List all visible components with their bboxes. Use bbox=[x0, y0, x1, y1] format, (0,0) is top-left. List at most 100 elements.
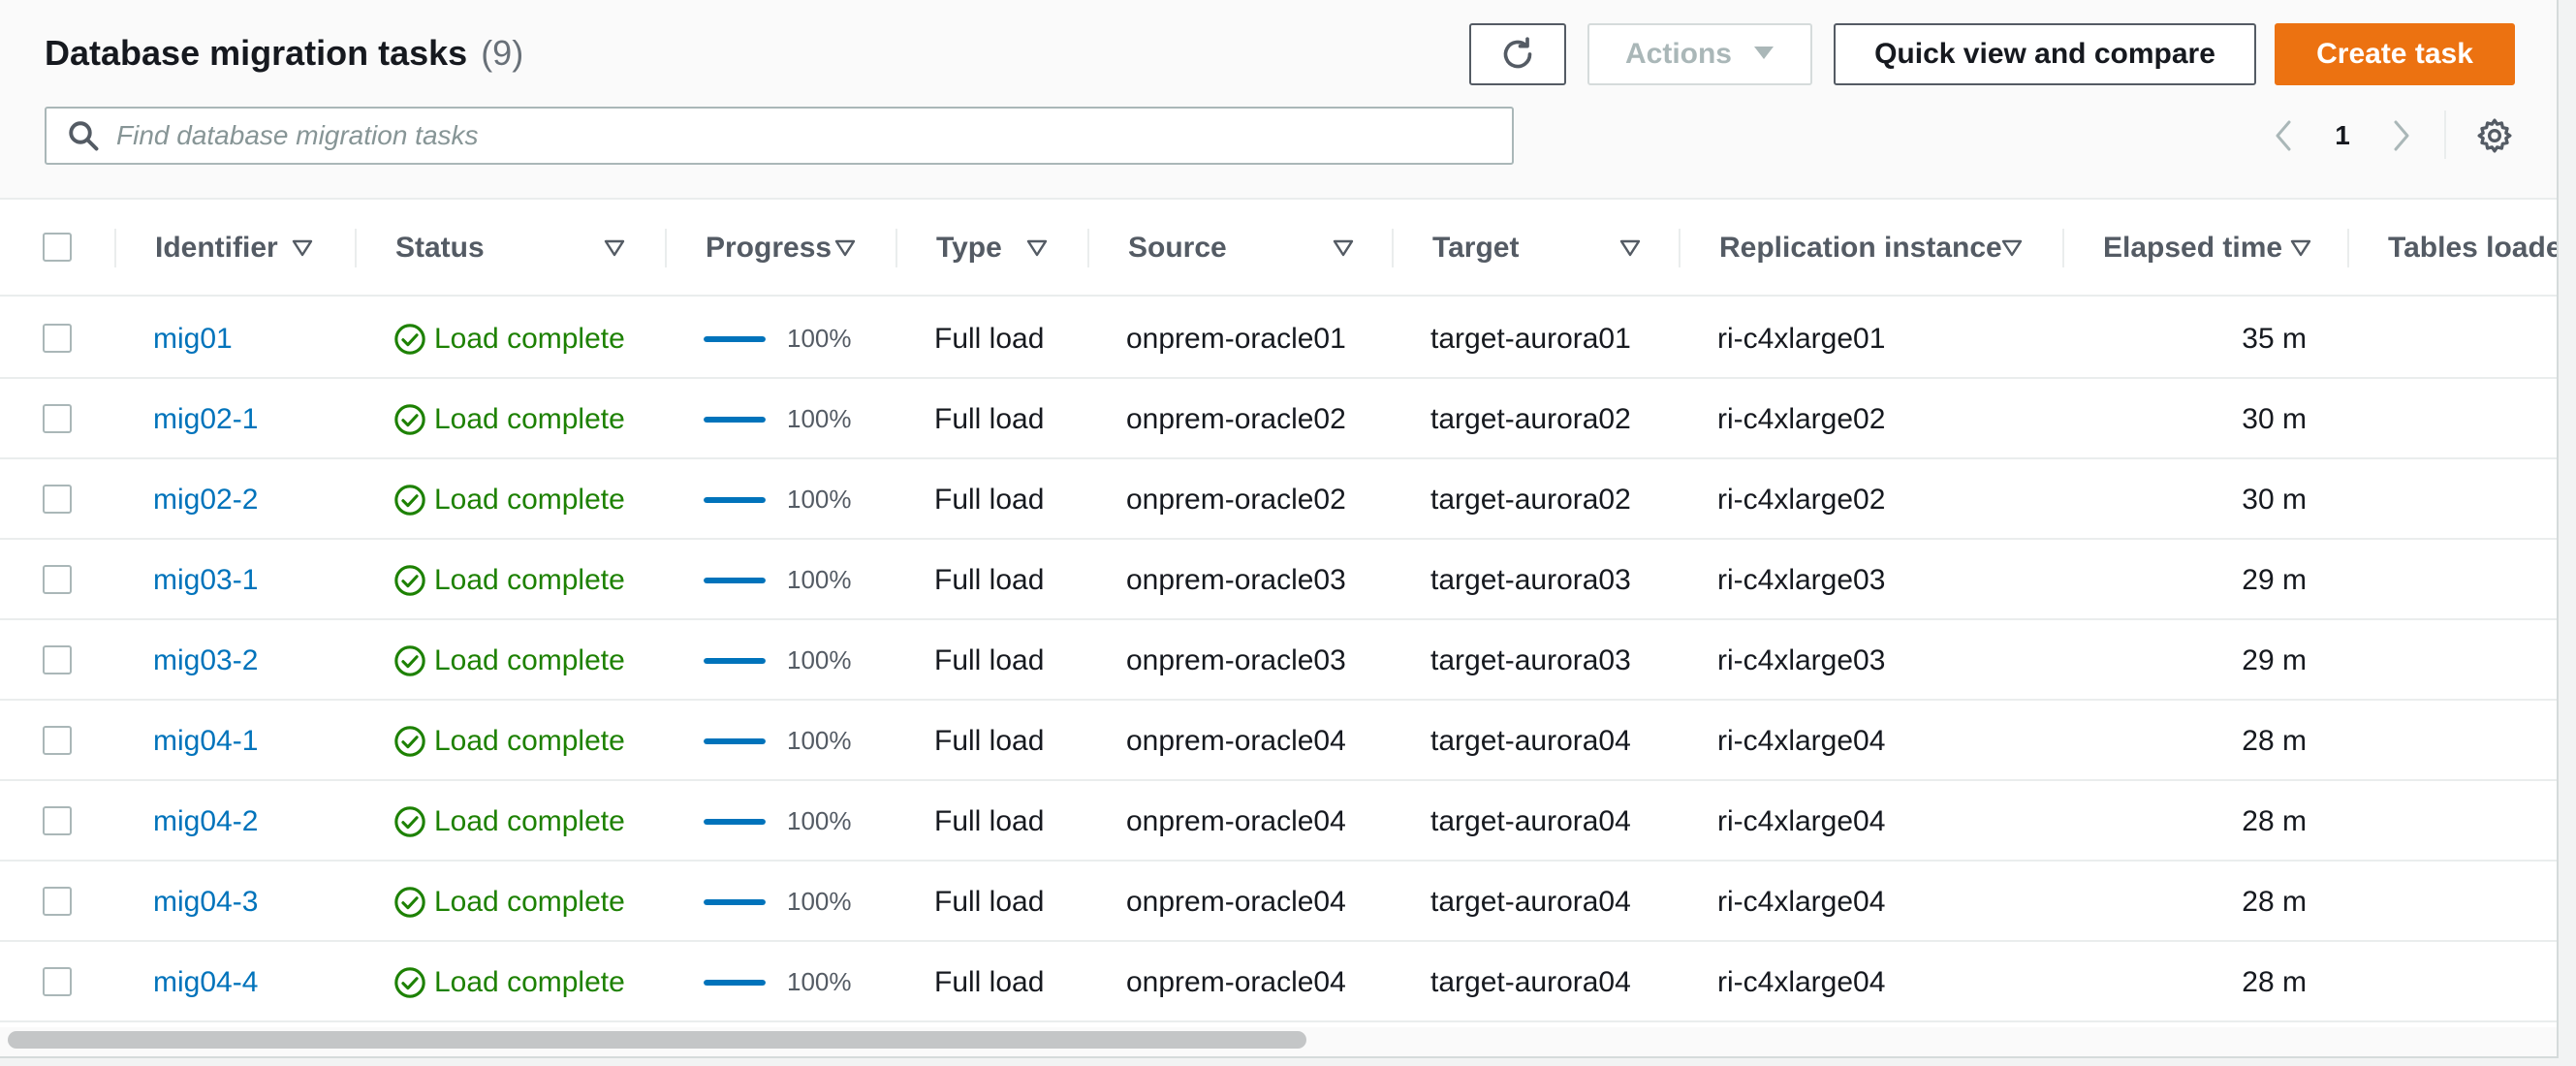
task-identifier-link[interactable]: mig03-1 bbox=[153, 540, 347, 620]
table-row[interactable]: mig02-1 Load complete 100% Full load onprem-… bbox=[0, 379, 2557, 459]
type-cell: Full load bbox=[934, 885, 1045, 918]
type-cell: Full load bbox=[934, 965, 1045, 998]
table-header-row: Identifier Status Progress Type Source T… bbox=[0, 200, 2557, 297]
table-row[interactable]: mig04-4 Load complete 100% Full load onprem-… bbox=[0, 942, 2557, 1022]
column-header-type[interactable]: Type bbox=[936, 200, 1091, 297]
horizontal-scrollbar[interactable] bbox=[8, 1031, 1306, 1049]
elapsed-time-cell: 29 m bbox=[2242, 643, 2307, 676]
preferences-button[interactable] bbox=[2475, 116, 2514, 155]
table-row[interactable]: mig04-2 Load complete 100% Full load onprem-… bbox=[0, 781, 2557, 862]
task-identifier-link[interactable]: mig04-4 bbox=[153, 942, 347, 1022]
replication-instance-cell: ri-c4xlarge04 bbox=[1717, 885, 1886, 918]
progress-bar bbox=[704, 496, 766, 503]
refresh-button[interactable] bbox=[1469, 23, 1566, 85]
source-cell: onprem-oracle04 bbox=[1126, 965, 1346, 998]
status-text: Load complete bbox=[434, 965, 625, 998]
target-cell: target-aurora03 bbox=[1430, 643, 1631, 676]
table-row[interactable]: mig04-1 Load complete 100% Full load onprem-… bbox=[0, 701, 2557, 781]
progress-cell: 100% bbox=[704, 298, 888, 379]
column-separator bbox=[2347, 229, 2349, 267]
status-cell: Load complete bbox=[393, 540, 655, 620]
column-header-identifier[interactable]: Identifier bbox=[155, 200, 349, 297]
row-select-checkbox[interactable] bbox=[43, 324, 72, 353]
task-identifier-link[interactable]: mig02-1 bbox=[153, 379, 347, 459]
task-identifier-link[interactable]: mig04-1 bbox=[153, 701, 347, 781]
actions-dropdown[interactable]: Actions bbox=[1587, 23, 1812, 85]
row-select-checkbox[interactable] bbox=[43, 726, 72, 755]
search-input[interactable] bbox=[116, 120, 1473, 151]
column-separator bbox=[1679, 229, 1681, 267]
column-header-elapsed-time[interactable]: Elapsed time bbox=[2103, 200, 2326, 297]
type-cell: Full load bbox=[934, 643, 1045, 676]
elapsed-time-cell: 30 m bbox=[2242, 402, 2307, 435]
column-header-source[interactable]: Source bbox=[1128, 200, 1399, 297]
column-label: Type bbox=[936, 232, 1002, 264]
table-row[interactable]: mig01 Load complete 100% Full load onprem-or… bbox=[0, 298, 2557, 379]
column-label: Target bbox=[1432, 232, 1520, 264]
column-header-progress[interactable]: Progress bbox=[706, 200, 899, 297]
check-circle-icon bbox=[393, 323, 426, 356]
status-cell: Load complete bbox=[393, 620, 655, 701]
row-select-checkbox[interactable] bbox=[43, 806, 72, 835]
source-cell: onprem-oracle01 bbox=[1126, 322, 1346, 355]
task-identifier-link[interactable]: mig03-2 bbox=[153, 620, 347, 701]
select-all-checkbox[interactable] bbox=[43, 233, 72, 262]
column-header-tables-loaded[interactable]: Tables loaded bbox=[2388, 200, 2557, 297]
create-task-label: Create task bbox=[2316, 38, 2473, 70]
check-circle-icon bbox=[393, 564, 426, 597]
sort-caret-icon bbox=[1333, 239, 1354, 257]
column-header-replication-instance[interactable]: Replication instance bbox=[1719, 200, 2068, 297]
column-header-target[interactable]: Target bbox=[1432, 200, 1684, 297]
status-text: Load complete bbox=[434, 483, 625, 516]
status-cell: Load complete bbox=[393, 942, 655, 1022]
type-cell: Full load bbox=[934, 804, 1045, 837]
column-separator bbox=[2062, 229, 2064, 267]
task-identifier-link[interactable]: mig04-2 bbox=[153, 781, 347, 862]
column-header-status[interactable]: Status bbox=[395, 200, 628, 297]
table-row[interactable]: mig03-1 Load complete 100% Full load onprem-… bbox=[0, 540, 2557, 620]
quick-view-label: Quick view and compare bbox=[1874, 38, 2215, 70]
source-cell: onprem-oracle04 bbox=[1126, 804, 1346, 837]
row-select-checkbox[interactable] bbox=[43, 565, 72, 594]
task-identifier-link[interactable]: mig04-3 bbox=[153, 862, 347, 942]
quick-view-compare-button[interactable]: Quick view and compare bbox=[1834, 23, 2256, 85]
row-select-checkbox[interactable] bbox=[43, 485, 72, 514]
next-page-button[interactable] bbox=[2382, 109, 2421, 163]
status-text: Load complete bbox=[434, 724, 625, 757]
status-text: Load complete bbox=[434, 322, 625, 355]
column-label: Status bbox=[395, 232, 485, 264]
actions-label: Actions bbox=[1624, 38, 1732, 70]
search-box bbox=[45, 107, 1514, 165]
task-identifier-link[interactable]: mig01 bbox=[153, 298, 347, 379]
table-row[interactable]: mig04-3 Load complete 100% Full load onprem-… bbox=[0, 862, 2557, 942]
status-cell: Load complete bbox=[393, 298, 655, 379]
check-circle-icon bbox=[393, 725, 426, 758]
task-identifier-link[interactable]: mig02-2 bbox=[153, 459, 347, 540]
replication-instance-cell: ri-c4xlarge04 bbox=[1717, 804, 1886, 837]
type-cell: Full load bbox=[934, 563, 1045, 596]
progress-percent: 100% bbox=[787, 324, 852, 353]
row-select-checkbox[interactable] bbox=[43, 404, 72, 433]
table-row[interactable]: mig03-2 Load complete 100% Full load onprem-… bbox=[0, 620, 2557, 701]
progress-percent: 100% bbox=[787, 806, 852, 835]
type-cell: Full load bbox=[934, 402, 1045, 435]
progress-cell: 100% bbox=[704, 379, 888, 459]
progress-cell: 100% bbox=[704, 459, 888, 540]
row-select-checkbox[interactable] bbox=[43, 887, 72, 916]
status-cell: Load complete bbox=[393, 379, 655, 459]
elapsed-time-cell: 35 m bbox=[2242, 322, 2307, 355]
progress-bar bbox=[704, 657, 766, 664]
check-circle-icon bbox=[393, 966, 426, 999]
current-page-number[interactable]: 1 bbox=[2328, 109, 2357, 163]
sort-caret-icon bbox=[1619, 239, 1641, 257]
previous-page-button[interactable] bbox=[2264, 109, 2303, 163]
row-select-checkbox[interactable] bbox=[43, 645, 72, 674]
target-cell: target-aurora04 bbox=[1430, 804, 1631, 837]
table-row[interactable]: mig02-2 Load complete 100% Full load onprem-… bbox=[0, 459, 2557, 540]
source-cell: onprem-oracle04 bbox=[1126, 885, 1346, 918]
row-select-checkbox[interactable] bbox=[43, 967, 72, 996]
column-separator bbox=[1392, 229, 1394, 267]
create-task-button[interactable]: Create task bbox=[2275, 23, 2515, 85]
page-title: Database migration tasks (9) bbox=[45, 33, 523, 74]
progress-percent: 100% bbox=[787, 967, 852, 996]
